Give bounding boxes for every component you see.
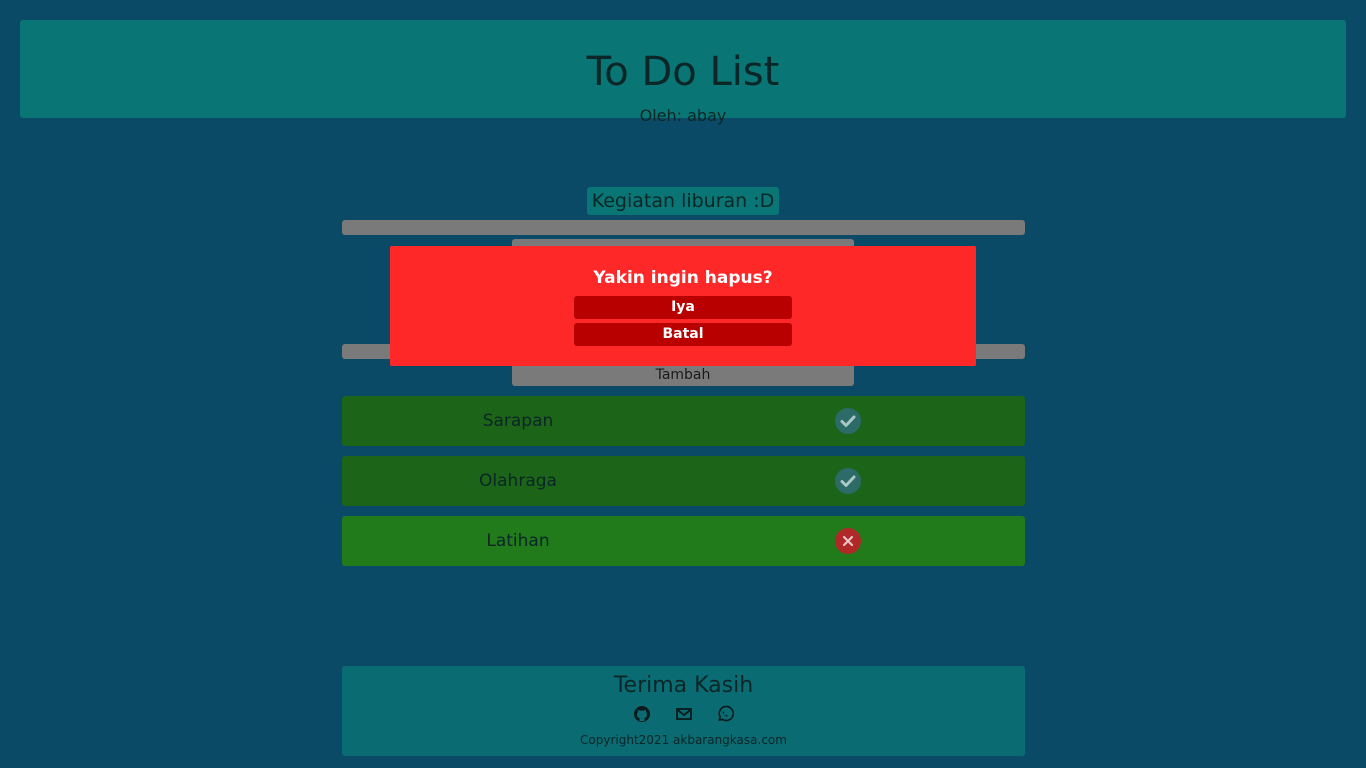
list-title: Kegiatan liburan :D xyxy=(587,187,779,215)
footer-social-links xyxy=(342,704,1025,724)
footer-thanks: Terima Kasih xyxy=(613,673,754,698)
whatsapp-icon[interactable] xyxy=(715,704,735,724)
check-icon[interactable] xyxy=(835,408,861,434)
confirm-delete-button[interactable]: Iya xyxy=(574,296,792,319)
mail-icon[interactable] xyxy=(674,704,694,724)
cancel-delete-button[interactable]: Batal xyxy=(574,323,792,346)
add-task-button[interactable]: Tambah xyxy=(512,364,854,386)
task-item[interactable]: Olahraga xyxy=(342,456,1025,506)
github-icon[interactable] xyxy=(632,704,652,724)
page-author: Oleh: abay xyxy=(639,106,727,125)
task-input[interactable] xyxy=(342,220,1025,235)
check-icon[interactable] xyxy=(835,468,861,494)
task-item[interactable]: Sarapan xyxy=(342,396,1025,446)
page-title: To Do List xyxy=(586,49,780,95)
copyright-text: Copyright2021 akbarangkasa.com xyxy=(580,733,787,747)
page-header: To Do List Oleh: abay xyxy=(20,20,1346,125)
dialog-question: Yakin ingin hapus? xyxy=(593,268,773,288)
task-label: Sarapan xyxy=(482,411,554,431)
delete-confirm-dialog: Yakin ingin hapus? Iya Batal xyxy=(390,246,976,366)
close-icon[interactable] xyxy=(835,528,861,554)
task-label: Olahraga xyxy=(479,471,557,491)
task-label: Latihan xyxy=(486,531,550,551)
task-item[interactable]: Latihan xyxy=(342,516,1025,566)
page-footer: Terima Kasih Copyright2021 akbarangkasa.… xyxy=(342,666,1025,756)
